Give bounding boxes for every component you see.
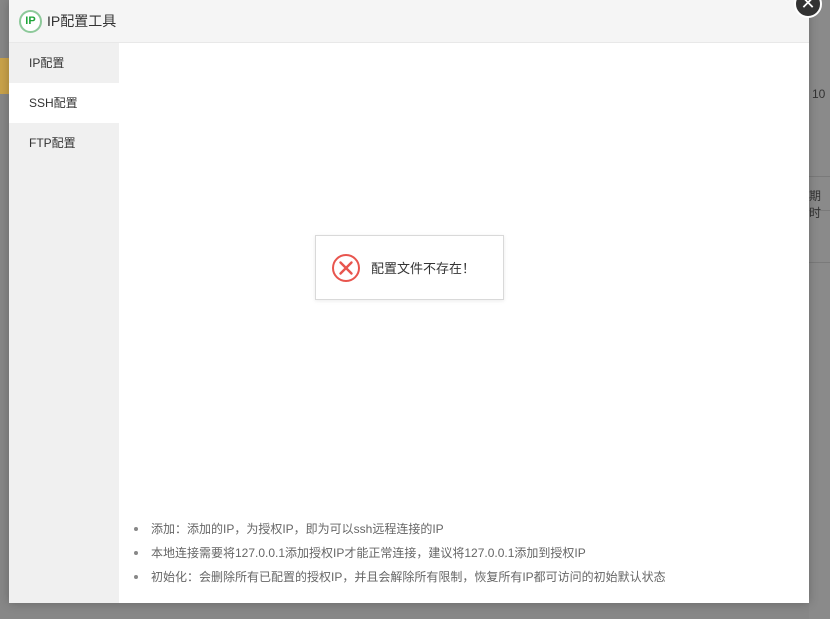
background-ribbon (0, 58, 9, 94)
error-circle-icon (332, 253, 360, 282)
tip-item: 添加：添加的IP，为授权IP，即为可以ssh远程连接的IP (129, 517, 799, 541)
dialog-title: IP配置工具 (47, 13, 117, 29)
tip-item: 初始化：会删除所有已配置的授权IP，并且会解除所有限制，恢复所有IP都可访问的初… (129, 565, 799, 589)
background-divider (809, 262, 830, 263)
close-icon: ✕ (800, 0, 816, 13)
sidebar-item-ssh[interactable]: SSH配置 (9, 83, 119, 123)
tip-item: 本地连接需要将127.0.0.1添加授权IP才能正常连接，建议将127.0.0.… (129, 541, 799, 565)
sidebar: IP配置 SSH配置 FTP配置 (9, 43, 119, 603)
toast-message: 配置文件不存在！ (371, 261, 476, 276)
tips-list: 添加：添加的IP，为授权IP，即为可以ssh远程连接的IP 本地连接需要将127… (129, 517, 799, 589)
sidebar-item-ip[interactable]: IP配置 (9, 43, 119, 83)
sidebar-item-ftp[interactable]: FTP配置 (9, 123, 119, 163)
background-divider (809, 176, 830, 177)
app-logo-icon: IP (19, 9, 42, 33)
background-hint: 期时 (809, 189, 822, 220)
dialog-titlebar: IP IP配置工具 (9, 0, 809, 43)
background-hint: 10 (812, 87, 826, 101)
error-toast: 配置文件不存在！ (315, 235, 504, 300)
ip-config-dialog: IP IP配置工具 IP配置 SSH配置 FTP配置 配置文件不存在！ 添加：添… (9, 0, 809, 603)
